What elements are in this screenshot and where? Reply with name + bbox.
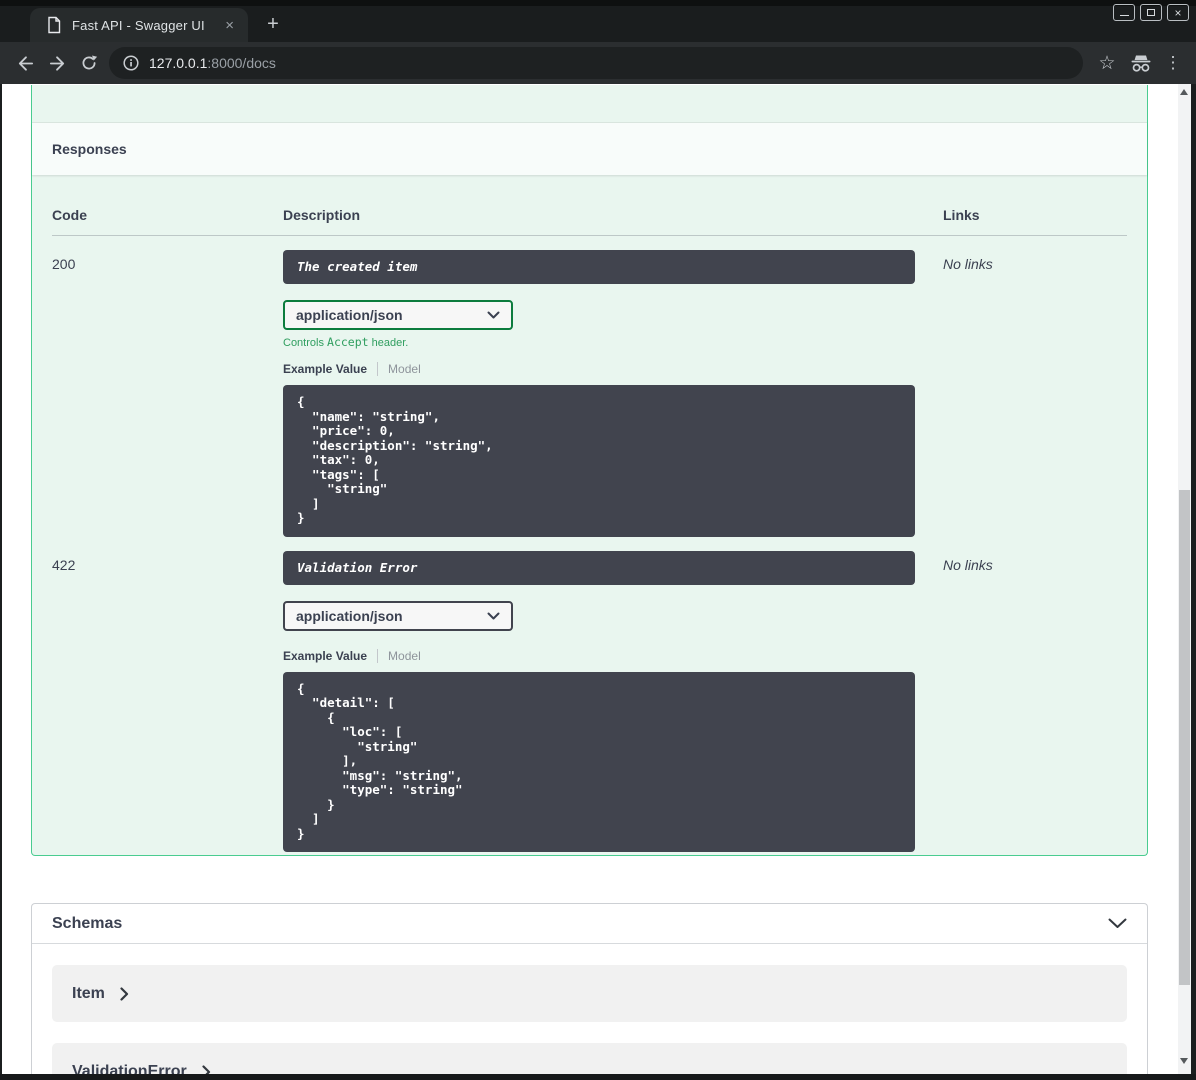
media-type-value: application/json <box>296 607 403 624</box>
responses-title: Responses <box>52 141 127 157</box>
response-code: 200 <box>52 256 76 272</box>
example-json-block: { "detail": [ { "loc": [ "string" ], "ms… <box>283 671 915 852</box>
tab-strip: Fast API - Swagger UI × + × <box>0 0 1196 42</box>
close-button[interactable]: × <box>1167 4 1189 21</box>
response-description-box: The created item <box>283 250 915 284</box>
page-favicon-icon <box>46 16 62 34</box>
model-example-tabs: Example Value Model <box>283 362 943 376</box>
back-button[interactable] <box>9 47 41 79</box>
scroll-down-icon[interactable] <box>1180 1058 1188 1064</box>
tab-example-value[interactable]: Example Value <box>283 362 367 376</box>
reload-button[interactable] <box>73 47 105 79</box>
response-row-422: 422 Validation Error application/json Ex… <box>52 537 1127 852</box>
tab-example-value[interactable]: Example Value <box>283 649 367 663</box>
column-header-links: Links <box>943 207 980 223</box>
schemas-header[interactable]: Schemas <box>32 904 1147 944</box>
menu-dots-icon[interactable]: ⋮ <box>1159 53 1187 73</box>
model-item-row[interactable]: Item <box>52 965 1127 1022</box>
schemas-collapse-chevron-icon[interactable] <box>1108 918 1127 929</box>
url-path: :8000/docs <box>207 55 276 71</box>
maximize-icon <box>1147 9 1155 16</box>
scroll-thumb[interactable] <box>1179 490 1190 985</box>
model-name: Item <box>72 984 105 1002</box>
window-edge-bottom <box>0 1074 1196 1080</box>
response-row-200: 200 The created item application/json Co… <box>52 236 1127 537</box>
incognito-icon <box>1123 54 1159 73</box>
schemas-title: Schemas <box>52 914 123 932</box>
schemas-section: Schemas Item ValidationError <box>31 903 1148 1080</box>
maximize-button[interactable] <box>1140 4 1162 21</box>
minimize-icon <box>1119 14 1129 16</box>
close-icon: × <box>1174 5 1182 20</box>
media-type-select[interactable]: application/json <box>283 600 513 631</box>
chevron-down-icon <box>487 612 500 619</box>
forward-icon <box>49 55 64 71</box>
minimize-button[interactable] <box>1113 4 1135 21</box>
new-tab-button[interactable]: + <box>260 12 286 38</box>
responses-section: Responses Code Description Links 200 The… <box>31 85 1148 856</box>
example-json-block: { "name": "string", "price": 0, "descrip… <box>283 385 915 537</box>
tab-close-icon[interactable]: × <box>221 16 238 35</box>
reload-icon <box>82 55 98 70</box>
responses-table-head: Code Description Links <box>52 175 1127 236</box>
toolbar-right: ☆ ⋮ <box>1091 52 1187 75</box>
tab-divider <box>377 362 379 376</box>
bookmark-star-icon[interactable]: ☆ <box>1091 52 1123 75</box>
response-links: No links <box>943 256 993 272</box>
media-type-select[interactable]: application/json <box>283 300 513 330</box>
model-expand-chevron-icon[interactable] <box>120 986 129 1001</box>
column-header-description: Description <box>283 207 361 223</box>
response-links: No links <box>943 556 993 573</box>
tab-title: Fast API - Swagger UI <box>72 17 205 33</box>
tab-model[interactable]: Model <box>388 362 421 376</box>
forward-button[interactable] <box>41 47 73 79</box>
response-description-cell: The created item application/json Contro… <box>283 250 943 537</box>
model-example-tabs: Example Value Model <box>283 648 943 663</box>
back-icon <box>18 55 33 71</box>
url-host: 127.0.0.1 <box>149 55 208 71</box>
response-description-box: Validation Error <box>283 550 915 585</box>
browser-toolbar: 127.0.0.1:8000/docs ☆ ⋮ <box>0 42 1196 84</box>
window-edge-left <box>0 84 2 1080</box>
browser-tab[interactable]: Fast API - Swagger UI × <box>30 8 248 42</box>
responses-table: Code Description Links 200 The created i… <box>52 175 1127 852</box>
column-header-code: Code <box>52 207 87 223</box>
swagger-page: Responses Code Description Links 200 The… <box>0 84 1196 1080</box>
responses-header: Responses <box>32 123 1147 175</box>
response-code: 422 <box>52 556 76 573</box>
accept-note: Controls Accept header. <box>283 335 409 349</box>
media-type-value: application/json <box>296 307 403 323</box>
address-bar[interactable]: 127.0.0.1:8000/docs <box>109 47 1083 79</box>
tab-model[interactable]: Model <box>388 649 421 663</box>
window-edge-right <box>1191 84 1196 1080</box>
chevron-down-icon <box>487 311 500 319</box>
response-description-cell: Validation Error application/json Exampl… <box>283 550 943 852</box>
site-info-icon[interactable] <box>123 55 139 71</box>
scrollbar[interactable] <box>1178 84 1191 1074</box>
window-controls: × <box>1113 4 1189 21</box>
scroll-up-icon[interactable] <box>1180 89 1188 95</box>
browser-window: Fast API - Swagger UI × + × 127.0.0.1:8… <box>0 0 1196 84</box>
tab-divider <box>377 648 379 663</box>
